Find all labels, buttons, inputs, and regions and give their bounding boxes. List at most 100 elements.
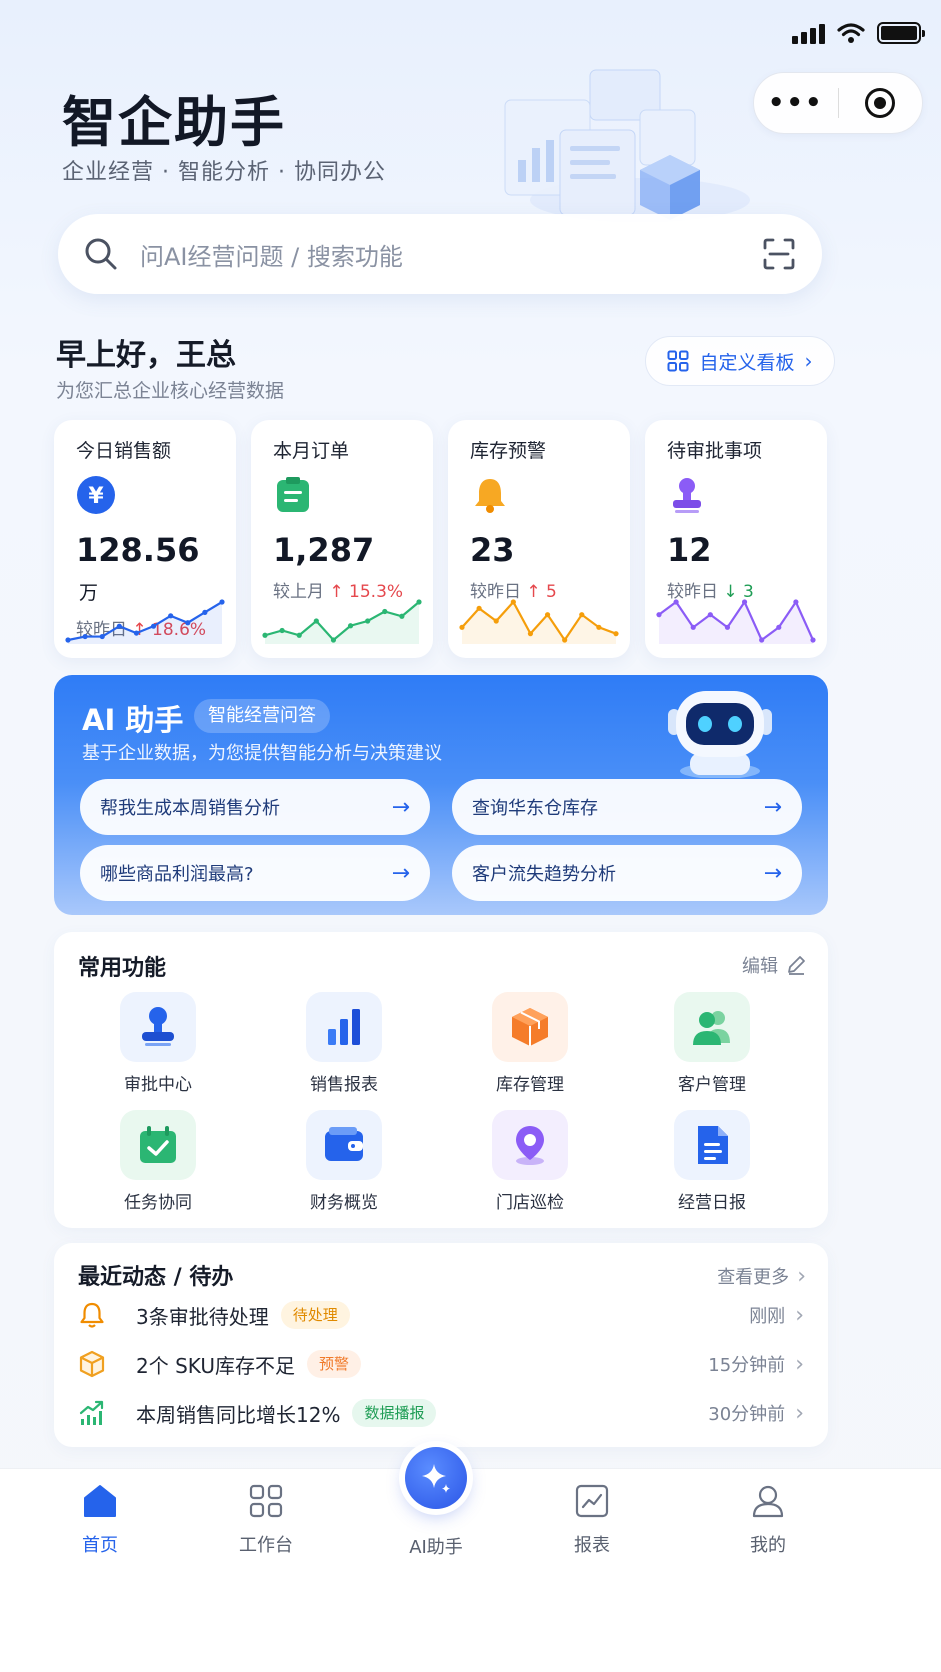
metric-value: 128.56 bbox=[76, 531, 200, 569]
stamp-icon bbox=[673, 478, 701, 513]
sparkline-area bbox=[659, 602, 813, 644]
sparkline-point bbox=[613, 631, 619, 637]
function-finance[interactable]: 财务概览 bbox=[274, 1110, 414, 1213]
bottom-tab-bar: 首页 工作台 AI助手 报表 我的 bbox=[0, 1447, 941, 1672]
activity-time: 30分钟前 bbox=[708, 1404, 786, 1425]
home-icon bbox=[84, 1485, 116, 1517]
app-title: 智企助手 bbox=[62, 91, 286, 154]
ai-suggestion-label: 帮我生成本周销售分析 bbox=[100, 798, 280, 819]
function-daily-report[interactable]: 经营日报 bbox=[642, 1110, 782, 1213]
ai-assistant-fab[interactable] bbox=[405, 1447, 467, 1509]
activity-row[interactable]: 2个 SKU库存不足 预警 15分钟前 › bbox=[78, 1344, 804, 1384]
tab-workbench[interactable]: 工作台 bbox=[206, 1483, 326, 1557]
metric-value: 12 bbox=[667, 531, 712, 569]
sparkline-point bbox=[596, 624, 602, 630]
box-icon bbox=[79, 1350, 105, 1378]
box-icon bbox=[492, 992, 568, 1062]
metric-label: 本月订单 bbox=[273, 440, 350, 462]
activity-row[interactable]: 3条审批待处理 待处理 刚刚 › bbox=[78, 1295, 804, 1335]
function-store-inspection[interactable]: 门店巡检 bbox=[460, 1110, 600, 1213]
close-miniprogram-button[interactable] bbox=[839, 88, 923, 118]
tab-reports[interactable]: 报表 bbox=[532, 1483, 652, 1557]
ai-suggestion-label: 客户流失趋势分析 bbox=[472, 864, 616, 885]
wifi-icon bbox=[837, 23, 865, 43]
tab-ai-assistant[interactable]: AI助手 bbox=[376, 1525, 496, 1559]
ai-suggestion-button[interactable]: 查询华东仓库存 → bbox=[452, 779, 802, 835]
sparkline-point bbox=[99, 633, 105, 640]
tab-home[interactable]: 首页 bbox=[40, 1483, 160, 1557]
greeting-title: 早上好，王总 bbox=[56, 338, 236, 373]
tab-profile[interactable]: 我的 bbox=[708, 1483, 828, 1557]
scan-icon[interactable] bbox=[762, 237, 796, 271]
search-bar[interactable]: 问AI经营问题 / 搜索功能 bbox=[58, 214, 822, 294]
calendar-check-icon bbox=[120, 1110, 196, 1180]
function-sales-report[interactable]: 销售报表 bbox=[274, 992, 414, 1095]
tab-label: 报表 bbox=[574, 1535, 610, 1556]
tab-label: 工作台 bbox=[239, 1535, 293, 1556]
custom-dashboard-label: 自定义看板 bbox=[699, 351, 795, 374]
custom-dashboard-button[interactable]: 自定义看板 › bbox=[645, 336, 835, 386]
function-label: 审批中心 bbox=[124, 1075, 192, 1095]
sparkline-point bbox=[313, 618, 319, 624]
sparkle-icon bbox=[422, 1464, 450, 1493]
sparkline-point bbox=[330, 637, 337, 643]
trend-up-icon bbox=[79, 1400, 104, 1425]
edit-button[interactable]: 编辑 bbox=[742, 952, 806, 978]
metric-card-approvals[interactable]: 待审批事项 12 较昨日 ↓ 3 bbox=[645, 420, 827, 658]
sparkline-point bbox=[279, 627, 285, 634]
document-icon bbox=[674, 1110, 750, 1180]
search-input[interactable]: 问AI经营问题 / 搜索功能 bbox=[140, 237, 762, 272]
sparkline-point bbox=[459, 624, 465, 630]
chevron-right-icon: › bbox=[795, 1351, 804, 1377]
sparkline bbox=[459, 599, 619, 644]
chevron-right-icon: › bbox=[797, 1263, 806, 1289]
location-pin-icon bbox=[492, 1110, 568, 1180]
ai-suggestion-label: 哪些商品利润最高? bbox=[100, 864, 254, 885]
activity-row[interactable]: 本周销售同比增长12% 数据播报 30分钟前 › bbox=[78, 1393, 804, 1433]
yuan-icon: ¥ bbox=[77, 476, 115, 514]
edit-label: 编辑 bbox=[742, 956, 778, 977]
sparkline-point bbox=[399, 613, 405, 619]
sparkline-point bbox=[416, 599, 422, 605]
status-badge: 待处理 bbox=[280, 1301, 350, 1329]
activity-time: 刚刚 bbox=[749, 1306, 786, 1327]
sparkline-point bbox=[510, 599, 516, 605]
grid-icon bbox=[249, 1484, 283, 1518]
more-menu-button[interactable]: ••• bbox=[754, 88, 838, 118]
robot-icon bbox=[668, 691, 772, 778]
metric-card-orders[interactable]: 本月订单 1,287 较上月 ↑ 15.3% bbox=[251, 420, 433, 658]
function-inventory[interactable]: 库存管理 bbox=[460, 992, 600, 1095]
function-task-collab[interactable]: 任务协同 bbox=[88, 1110, 228, 1213]
metric-value: 1,287 bbox=[273, 531, 375, 569]
tab-label: AI助手 bbox=[409, 1537, 463, 1558]
ai-title: AI 助手 bbox=[82, 703, 184, 737]
function-approval-center[interactable]: 审批中心 bbox=[88, 992, 228, 1095]
miniprogram-capsule: ••• bbox=[753, 72, 923, 134]
metric-card-inventory-alert[interactable]: 库存预警 23 较昨日 ↑ 5 bbox=[448, 420, 630, 658]
function-customers[interactable]: 客户管理 bbox=[642, 992, 782, 1095]
view-more-link[interactable]: 查看更多 › bbox=[717, 1263, 806, 1289]
sparkline-point bbox=[365, 618, 371, 624]
activity-time: 15分钟前 bbox=[708, 1355, 786, 1376]
ai-suggestion-button[interactable]: 客户流失趋势分析 → bbox=[452, 845, 802, 901]
sparkline-point bbox=[776, 624, 782, 630]
sparkline bbox=[262, 599, 422, 644]
sparkline-point bbox=[810, 637, 816, 643]
ai-suggestion-button[interactable]: 帮我生成本周销售分析 → bbox=[80, 779, 430, 835]
sparkline-point bbox=[724, 624, 731, 630]
grid-icon bbox=[667, 350, 689, 372]
arrow-right-icon: → bbox=[763, 860, 782, 886]
user-icon bbox=[752, 1485, 784, 1518]
sparkline-point bbox=[707, 612, 713, 618]
sparkline-point bbox=[562, 637, 568, 643]
wallet-icon bbox=[306, 1110, 382, 1180]
sparkline-point bbox=[527, 631, 534, 637]
target-icon bbox=[865, 88, 896, 118]
tab-label: 我的 bbox=[750, 1535, 786, 1556]
metric-card-sales[interactable]: 今日销售额 ¥ 128.56万 较昨日 ↑ 18.6% bbox=[54, 420, 236, 658]
chevron-right-icon: › bbox=[795, 1302, 804, 1328]
metric-label: 今日销售额 bbox=[76, 440, 172, 462]
sparkline-point bbox=[793, 599, 799, 605]
ai-suggestion-button[interactable]: 哪些商品利润最高? → bbox=[80, 845, 430, 901]
battery-icon bbox=[877, 22, 925, 44]
